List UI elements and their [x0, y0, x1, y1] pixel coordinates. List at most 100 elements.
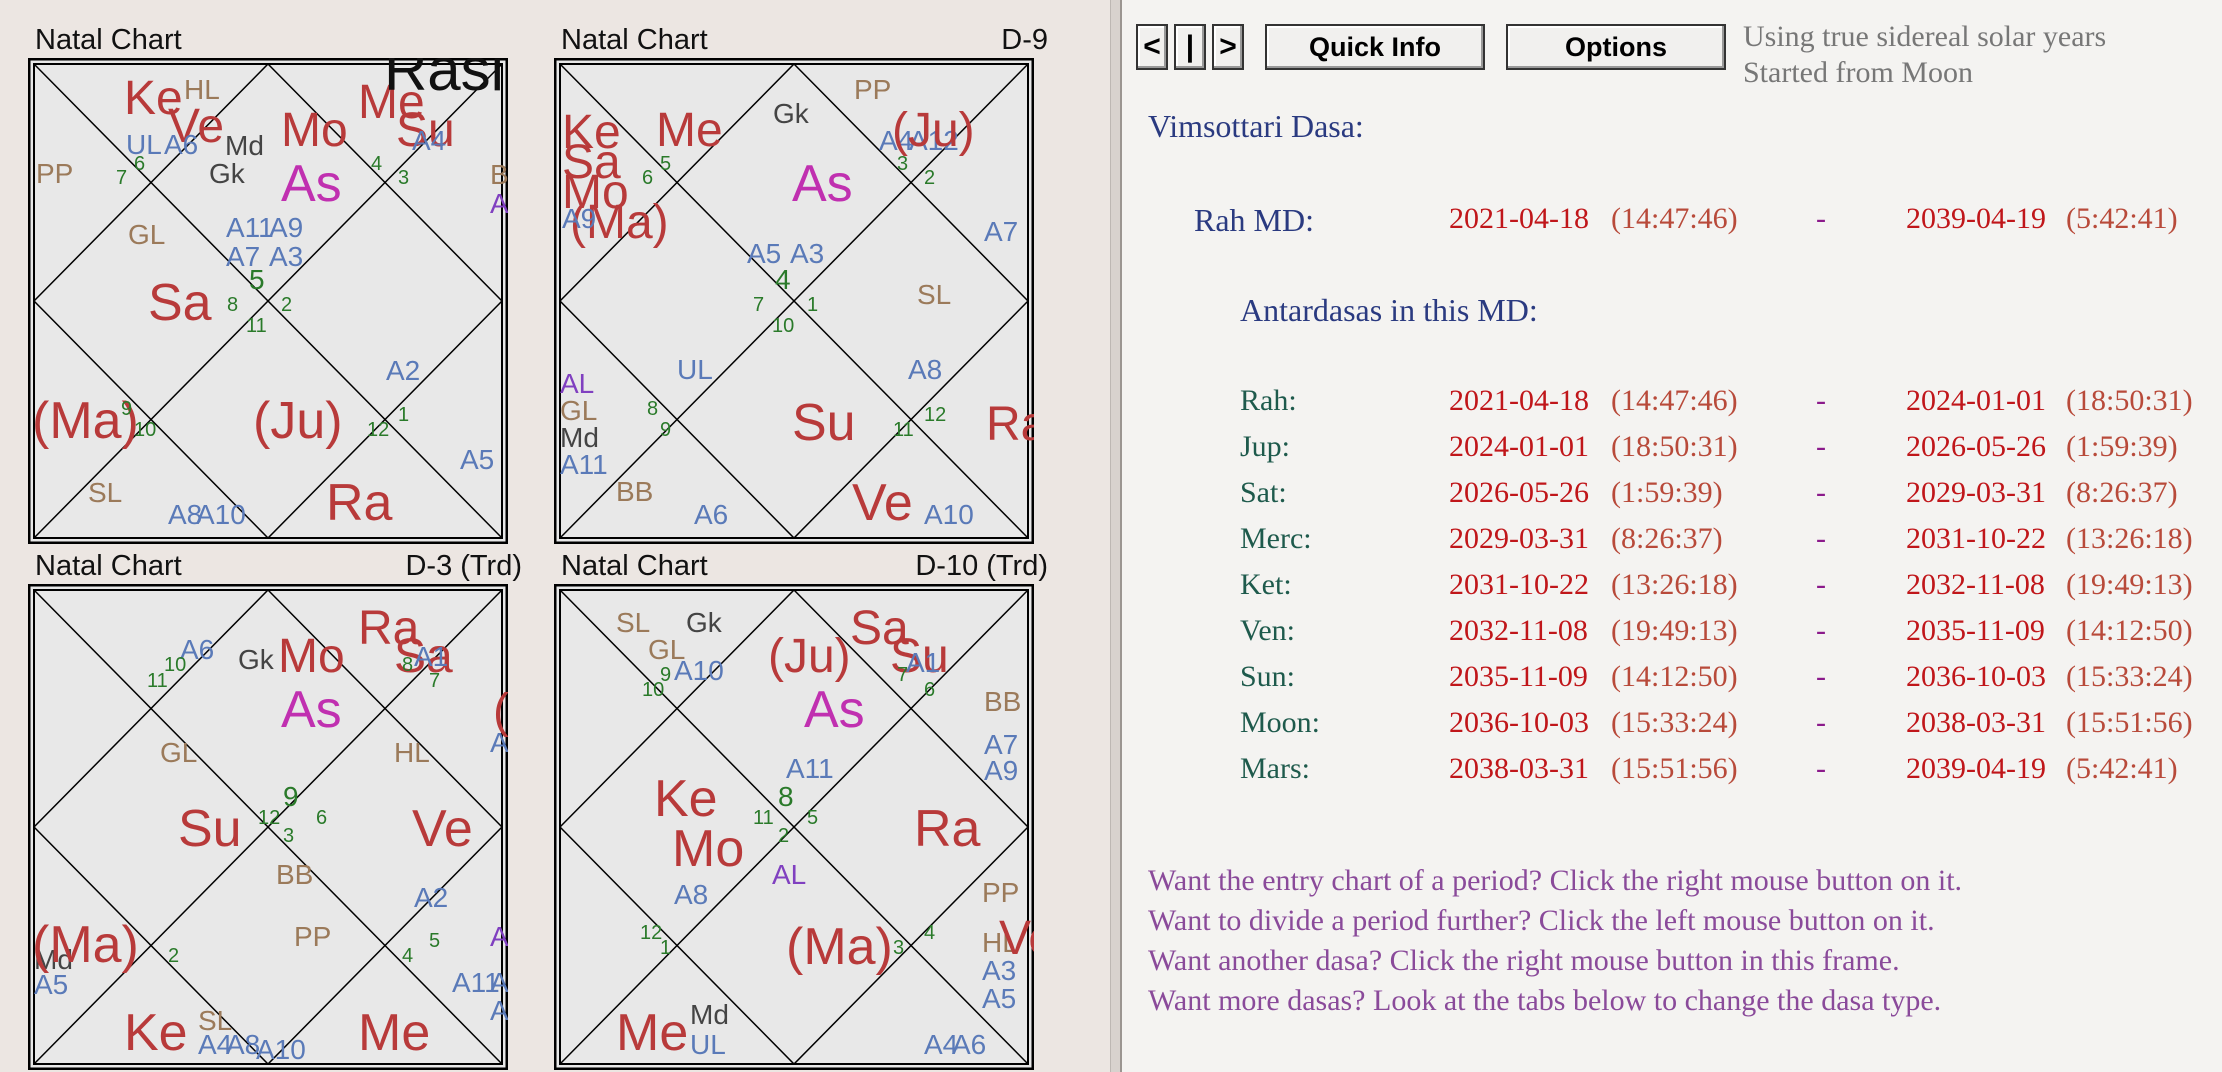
help-line-2: Want to divide a period further? Click t… [1148, 904, 1935, 937]
antardasa-start-time[interactable]: (15:33:24) [1611, 706, 1738, 740]
chart-panel-d9[interactable]: Natal Chart D-9 Ke Sa Mo (Ma) A9 Me Gk PP A4 A12(… [554, 14, 1054, 544]
house-number: 4 [924, 922, 935, 944]
antardasa-start-time[interactable]: (1:59:39) [1611, 476, 1723, 510]
chart-label: Ra [326, 474, 393, 532]
chart-label: Md [690, 999, 729, 1030]
antardasa-start-date[interactable]: 2021-04-18 [1449, 384, 1589, 418]
pipe-button[interactable]: | [1174, 24, 1206, 70]
antardasa-start-date[interactable]: 2024-01-01 [1449, 430, 1589, 464]
antardasa-label[interactable]: Merc: [1240, 522, 1312, 556]
chart-label: AL [490, 188, 508, 219]
chart-label: PP [982, 877, 1019, 908]
house-number: 7 [116, 167, 127, 189]
chart-label: A9 [984, 755, 1018, 786]
help-line-1: Want the entry chart of a period? Click … [1148, 864, 1963, 897]
antardasa-end-time[interactable]: (8:26:37) [2066, 476, 2178, 510]
antardasa-end-date[interactable]: 2024-01-01 [1906, 384, 2046, 418]
antardasa-title: Antardasas in this MD: [1240, 292, 1538, 328]
chart-panel-d3[interactable]: Natal Chart D-3 (Trd) A6GkMoAsRaSaA1(Ju)… [28, 540, 528, 1070]
antardasa-end-time[interactable]: (15:51:56) [2066, 706, 2193, 740]
antardasa-start-time[interactable]: (13:26:18) [1611, 568, 1738, 602]
antardasa-end-date[interactable]: 2031-10-22 [1906, 522, 2046, 556]
chart-label: SL [917, 279, 951, 310]
d10-chart[interactable]: SL GkGLA10 (Ju)AsSaSuA1BBA7A9A11KeMo RaALA8… [554, 584, 1034, 1070]
house-number: 10 [164, 654, 186, 676]
md-start-time[interactable]: (14:47:46) [1611, 202, 1738, 236]
pane-splitter[interactable] [1110, 0, 1122, 1072]
chart-label: Ra [914, 800, 981, 858]
md-label[interactable]: Rah MD: [1194, 202, 1314, 239]
chart-title: Natal Chart [561, 24, 708, 56]
antardasa-start-date[interactable]: 2035-11-09 [1449, 660, 1588, 694]
antardasa-end-date[interactable]: 2032-11-08 [1906, 568, 2045, 602]
d3-chart[interactable]: A6GkMoAsRaSaA1(Ju)A9GLHLSuVeBBA2PPALMdA5… [28, 584, 508, 1070]
chart-label: As [792, 155, 853, 213]
antardasa-start-time[interactable]: (19:49:13) [1611, 614, 1738, 648]
chart-label: A3 [982, 955, 1016, 986]
antardasa-start-time[interactable]: (14:47:46) [1611, 384, 1738, 418]
antardasa-label[interactable]: Sun: [1240, 660, 1295, 694]
house-number: 7 [753, 294, 764, 316]
antardasa-end-date[interactable]: 2036-10-03 [1906, 660, 2046, 694]
chart-label: BB [490, 159, 508, 190]
chart-panel-rasi[interactable]: Natal Chart KeVeHLULA6MdGkPPMoAsMeSuA4BB… [28, 14, 528, 544]
chart-label: A4 [412, 125, 446, 156]
antardasa-start-time[interactable]: (15:51:56) [1611, 752, 1738, 786]
antardasa-start-time[interactable]: (14:12:50) [1611, 660, 1738, 694]
antardasa-end-time[interactable]: (5:42:41) [2066, 752, 2178, 786]
quick-info-button[interactable]: Quick Info [1265, 24, 1485, 70]
chart-panel-d10[interactable]: Natal Chart D-10 (Trd) SL Gk GL A10 (Ju) As Sa… [554, 540, 1054, 1070]
chart-label: A8 [674, 879, 708, 910]
house-number: 9 [660, 664, 671, 686]
chart-label: A10 [256, 1034, 306, 1065]
rasi-chart[interactable]: KeVeHLULA6MdGkPPMoAsMeSuA4BBALGLA11A9A7A… [28, 58, 508, 544]
house-number: 9 [660, 419, 671, 441]
antardasa-label[interactable]: Ven: [1240, 614, 1295, 648]
options-button[interactable]: Options [1506, 24, 1726, 70]
chart-label: HL [184, 74, 220, 105]
house-number: 5 [429, 930, 440, 952]
house-number: 1 [398, 404, 409, 426]
md-start-date[interactable]: 2021-04-18 [1449, 202, 1589, 236]
antardasa-label[interactable]: Mars: [1240, 752, 1310, 786]
chart-label: Mo [278, 630, 345, 683]
antardasa-end-time[interactable]: (14:12:50) [2066, 614, 2193, 648]
chart-label: UL [677, 354, 713, 385]
antardasa-end-date[interactable]: 2026-05-26 [1906, 430, 2046, 464]
antardasa-label[interactable]: Ket: [1240, 568, 1292, 602]
antardasa-end-date[interactable]: 2039-04-19 [1906, 752, 2046, 786]
antardasa-label[interactable]: Jup: [1240, 430, 1290, 464]
antardasa-start-date[interactable]: 2029-03-31 [1449, 522, 1589, 556]
antardasa-end-date[interactable]: 2035-11-09 [1906, 614, 2045, 648]
antardasa-end-time[interactable]: (15:33:24) [2066, 660, 2193, 694]
antardasa-label[interactable]: Moon: [1240, 706, 1320, 740]
chart-label: A10 [674, 655, 724, 686]
chart-label: Md [225, 130, 264, 161]
antardasa-start-date[interactable]: 2032-11-08 [1449, 614, 1588, 648]
prev-button[interactable]: < [1136, 24, 1168, 70]
antardasa-start-date[interactable]: 2026-05-26 [1449, 476, 1589, 510]
chart-label: Me [358, 1004, 430, 1062]
antardasa-start-time[interactable]: (8:26:37) [1611, 522, 1723, 556]
next-button[interactable]: > [1212, 24, 1244, 70]
md-end-time[interactable]: (5:42:41) [2066, 202, 2178, 236]
antardasa-label[interactable]: Sat: [1240, 476, 1287, 510]
antardasa-end-date[interactable]: 2029-03-31 [1906, 476, 2046, 510]
antardasa-start-date[interactable]: 2038-03-31 [1449, 752, 1589, 786]
antardasa-end-date[interactable]: 2038-03-31 [1906, 706, 2046, 740]
md-end-date[interactable]: 2039-04-19 [1906, 202, 2046, 236]
antardasa-start-date[interactable]: 2031-10-22 [1449, 568, 1589, 602]
antardasa-end-time[interactable]: (13:26:18) [2066, 522, 2193, 556]
antardasa-label[interactable]: Rah: [1240, 384, 1297, 418]
antardasa-end-time[interactable]: (1:59:39) [2066, 430, 2178, 464]
chart-title: Natal Chart [561, 550, 708, 582]
chart-label: A7 [984, 216, 1018, 247]
antardasa-end-time[interactable]: (19:49:13) [2066, 568, 2193, 602]
d9-chart[interactable]: KeSaMo(Ma)A9Me GkPPA4A12(Ju)AsA7A5 A3SLUL A… [554, 58, 1034, 544]
chart-label: A10 [196, 499, 246, 530]
antardasa-end-time[interactable]: (18:50:31) [2066, 384, 2193, 418]
chart-label: Me [656, 104, 723, 157]
antardasa-start-date[interactable]: 2036-10-03 [1449, 706, 1589, 740]
house-number: 3 [893, 937, 904, 959]
antardasa-start-time[interactable]: (18:50:31) [1611, 430, 1738, 464]
